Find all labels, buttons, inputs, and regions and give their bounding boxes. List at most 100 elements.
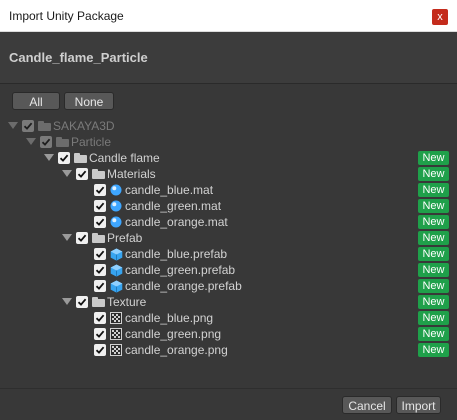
tree-asset-row[interactable]: candle_blue.prefab New: [0, 246, 457, 262]
cancel-button[interactable]: Cancel: [342, 396, 392, 414]
tree-folder-row[interactable]: Materials New: [0, 166, 457, 182]
tree-asset-row[interactable]: candle_green.mat New: [0, 198, 457, 214]
checkmark-icon: [59, 154, 69, 162]
tree-item-label: Particle: [71, 135, 112, 149]
folder-icon: [92, 233, 105, 243]
prefab-icon: [110, 280, 123, 293]
expand-arrow-icon[interactable]: [44, 154, 54, 161]
checkmark-icon: [95, 346, 105, 354]
expand-arrow-icon[interactable]: [62, 170, 72, 177]
include-checkbox[interactable]: [94, 280, 106, 292]
close-button[interactable]: x: [432, 9, 448, 25]
new-badge: New: [418, 215, 449, 229]
package-name: Candle_flame_Particle: [9, 50, 148, 65]
expand-arrow-icon[interactable]: [62, 298, 72, 305]
texture-icon: [110, 344, 122, 356]
tree-item-label: candle_blue.prefab: [125, 247, 228, 261]
folder-icon: [92, 169, 105, 179]
include-checkbox[interactable]: [94, 248, 106, 260]
tree-item-label: candle_green.png: [125, 327, 222, 341]
new-badge: New: [418, 167, 449, 181]
folder-icon: [56, 137, 69, 147]
tree-item-label: candle_green.prefab: [125, 263, 236, 277]
tree-folder-row[interactable]: SAKAYA3D: [0, 118, 457, 134]
asset-tree: SAKAYA3D Particle Candle flame New Materials…: [0, 114, 457, 384]
checkmark-icon: [95, 218, 105, 226]
tree-item-label: Prefab: [107, 231, 143, 245]
package-header: Candle_flame_Particle: [0, 32, 457, 84]
new-badge: New: [418, 263, 449, 277]
tree-item-label: Candle flame: [89, 151, 160, 165]
tree-item-label: candle_blue.mat: [125, 183, 214, 197]
tree-asset-row[interactable]: candle_green.prefab New: [0, 262, 457, 278]
tree-item-label: candle_orange.png: [125, 343, 228, 357]
checkmark-icon: [95, 250, 105, 258]
include-checkbox[interactable]: [94, 328, 106, 340]
expand-arrow-icon[interactable]: [8, 122, 18, 129]
tree-item-label: Materials: [107, 167, 156, 181]
checkmark-icon: [23, 122, 33, 130]
tree-asset-row[interactable]: candle_orange.prefab New: [0, 278, 457, 294]
tree-folder-row[interactable]: Candle flame New: [0, 150, 457, 166]
import-button[interactable]: Import: [396, 396, 441, 414]
prefab-icon: [110, 248, 123, 261]
new-badge: New: [418, 311, 449, 325]
new-badge: New: [418, 295, 449, 309]
tree-asset-row[interactable]: candle_blue.mat New: [0, 182, 457, 198]
footer: Cancel Import: [0, 388, 457, 420]
checkmark-icon: [77, 170, 87, 178]
checkmark-icon: [41, 138, 51, 146]
tree-asset-row[interactable]: candle_green.png New: [0, 326, 457, 342]
texture-icon: [110, 312, 122, 324]
material-icon: [110, 216, 122, 228]
checkmark-icon: [95, 282, 105, 290]
new-badge: New: [418, 231, 449, 245]
new-badge: New: [418, 327, 449, 341]
tree-asset-row[interactable]: candle_orange.mat New: [0, 214, 457, 230]
folder-icon: [38, 121, 51, 131]
tree-asset-row[interactable]: candle_orange.png New: [0, 342, 457, 358]
new-badge: New: [418, 247, 449, 261]
tree-item-label: candle_blue.png: [125, 311, 214, 325]
title-bar: Import Unity Package x: [0, 0, 457, 32]
tree-folder-row[interactable]: Particle: [0, 134, 457, 150]
tree-asset-row[interactable]: candle_blue.png New: [0, 310, 457, 326]
tree-item-label: Texture: [107, 295, 147, 309]
checkmark-icon: [95, 266, 105, 274]
selection-bar: All None: [0, 84, 457, 114]
include-checkbox[interactable]: [76, 296, 88, 308]
select-none-button[interactable]: None: [64, 92, 114, 110]
include-checkbox[interactable]: [58, 152, 70, 164]
include-checkbox[interactable]: [94, 216, 106, 228]
folder-icon: [74, 153, 87, 163]
tree-folder-row[interactable]: Prefab New: [0, 230, 457, 246]
tree-item-label: candle_green.mat: [125, 199, 222, 213]
include-checkbox[interactable]: [76, 168, 88, 180]
include-checkbox[interactable]: [22, 120, 34, 132]
include-checkbox[interactable]: [94, 200, 106, 212]
include-checkbox[interactable]: [94, 184, 106, 196]
include-checkbox[interactable]: [40, 136, 52, 148]
include-checkbox[interactable]: [76, 232, 88, 244]
checkmark-icon: [95, 202, 105, 210]
include-checkbox[interactable]: [94, 344, 106, 356]
prefab-icon: [110, 264, 123, 277]
expand-arrow-icon[interactable]: [62, 234, 72, 241]
tree-item-label: candle_orange.mat: [125, 215, 228, 229]
checkmark-icon: [95, 330, 105, 338]
tree-item-label: SAKAYA3D: [53, 119, 115, 133]
select-all-button[interactable]: All: [12, 92, 60, 110]
folder-icon: [92, 297, 105, 307]
checkmark-icon: [77, 298, 87, 306]
new-badge: New: [418, 151, 449, 165]
include-checkbox[interactable]: [94, 312, 106, 324]
new-badge: New: [418, 343, 449, 357]
include-checkbox[interactable]: [94, 264, 106, 276]
checkmark-icon: [95, 314, 105, 322]
tree-folder-row[interactable]: Texture New: [0, 294, 457, 310]
expand-arrow-icon[interactable]: [26, 138, 36, 145]
tree-item-label: candle_orange.prefab: [125, 279, 242, 293]
checkmark-icon: [95, 186, 105, 194]
window-title: Import Unity Package: [9, 9, 124, 23]
new-badge: New: [418, 279, 449, 293]
